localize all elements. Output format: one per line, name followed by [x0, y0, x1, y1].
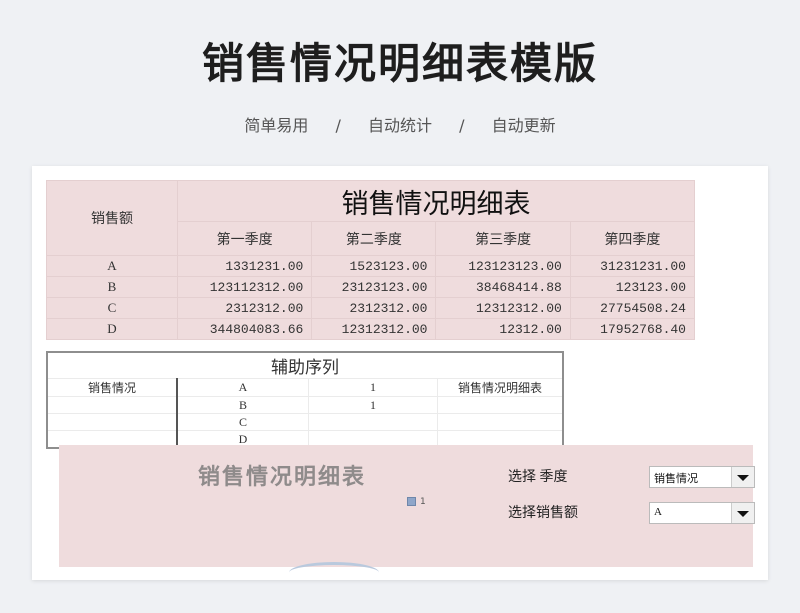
aux-label[interactable]: B	[176, 396, 309, 414]
value-cell[interactable]: 23123123.00	[311, 276, 437, 298]
chart-arc	[289, 562, 379, 583]
value-cell[interactable]: 12312.00	[435, 318, 571, 340]
table-title[interactable]: 销售情况明细表	[177, 180, 695, 222]
value-cell[interactable]: 1331231.00	[176, 255, 313, 277]
aux-cell[interactable]	[437, 396, 564, 414]
table-row: C	[46, 413, 564, 431]
aux-value[interactable]: 1	[308, 396, 438, 414]
aux-label[interactable]: A	[176, 378, 309, 397]
quarter-header[interactable]: 第四季度	[569, 221, 696, 256]
row-label[interactable]: A	[46, 255, 178, 277]
page-title: 销售情况明细表模版	[201, 39, 598, 88]
value-cell[interactable]: 17952768.40	[569, 318, 696, 340]
chart-legend: 1	[407, 497, 426, 507]
sales-dropdown-value: A	[654, 506, 662, 518]
tag-auto-update: 自动更新	[491, 116, 556, 135]
legend-swatch-icon	[407, 497, 416, 506]
row-label[interactable]: B	[46, 276, 178, 298]
aux-table: 辅助序列 销售情况 A 1 销售情况明细表 B 1 C D	[46, 351, 564, 449]
value-cell[interactable]: 27754508.24	[569, 297, 696, 319]
value-cell[interactable]: 123123123.00	[435, 255, 571, 277]
chart-panel: 销售情况明细表 1 选择 季度 销售情况 选择销售额 A	[59, 445, 755, 567]
sales-table: 销售额 销售情况明细表 第一季度 第二季度 第三季度 第四季度 A 133123…	[46, 180, 696, 340]
chevron-down-icon[interactable]	[731, 503, 754, 523]
chevron-down-icon[interactable]	[731, 467, 754, 487]
aux-right-header[interactable]: 销售情况明细表	[437, 378, 564, 397]
value-cell[interactable]: 123112312.00	[176, 276, 313, 298]
chart-title: 销售情况明细表	[198, 464, 367, 489]
aux-cell[interactable]	[437, 413, 564, 431]
table-row: B 1	[46, 396, 564, 414]
table-row: A 1331231.00 1523123.00 123123123.00 312…	[46, 255, 696, 277]
value-cell[interactable]: 12312312.00	[311, 318, 437, 340]
quarter-header[interactable]: 第一季度	[176, 221, 313, 256]
value-cell[interactable]: 123123.00	[569, 276, 696, 298]
aux-title[interactable]: 辅助序列	[46, 351, 564, 379]
aux-label[interactable]: C	[176, 413, 309, 431]
table-row: B 123112312.00 23123123.00 38468414.88 1…	[46, 276, 696, 298]
subtitle-tags: 简单易用 / 自动统计 / 自动更新	[0, 112, 800, 136]
tag-easy: 简单易用	[244, 116, 309, 135]
row-label[interactable]: D	[46, 318, 178, 340]
table-row: C 2312312.00 2312312.00 12312312.00 2775…	[46, 297, 696, 319]
value-cell[interactable]: 2312312.00	[311, 297, 437, 319]
value-cell[interactable]: 31231231.00	[569, 255, 696, 277]
quarter-header[interactable]: 第三季度	[435, 221, 571, 256]
quarter-header[interactable]: 第二季度	[311, 221, 437, 256]
aux-value[interactable]	[308, 413, 438, 431]
select-quarter-label: 选择 季度	[508, 470, 568, 485]
value-cell[interactable]: 12312312.00	[435, 297, 571, 319]
value-cell[interactable]: 2312312.00	[176, 297, 313, 319]
spreadsheet: 销售额 销售情况明细表 第一季度 第二季度 第三季度 第四季度 A 133123…	[32, 166, 768, 580]
select-sales-label: 选择销售额	[508, 506, 578, 521]
table-row: 销售情况 A 1 销售情况明细表	[46, 378, 564, 397]
quarter-dropdown-value: 销售情况	[654, 473, 698, 485]
aux-cell[interactable]	[46, 396, 178, 414]
tag-auto-stat: 自动统计	[367, 116, 432, 135]
tag-separator: /	[335, 116, 341, 135]
aux-value[interactable]: 1	[308, 378, 438, 397]
table-row: D 344804083.66 12312312.00 12312.00 1795…	[46, 318, 696, 340]
legend-label: 1	[420, 497, 426, 507]
aux-cell[interactable]	[46, 413, 178, 431]
value-cell[interactable]: 344804083.66	[176, 318, 313, 340]
aux-row-header[interactable]: 销售情况	[46, 378, 178, 397]
tag-separator: /	[459, 116, 465, 135]
quarter-dropdown[interactable]: 销售情况	[649, 466, 755, 488]
sales-dropdown[interactable]: A	[649, 502, 755, 524]
value-cell[interactable]: 1523123.00	[311, 255, 437, 277]
corner-cell[interactable]: 销售额	[46, 180, 178, 256]
value-cell[interactable]: 38468414.88	[435, 276, 571, 298]
row-label[interactable]: C	[46, 297, 178, 319]
